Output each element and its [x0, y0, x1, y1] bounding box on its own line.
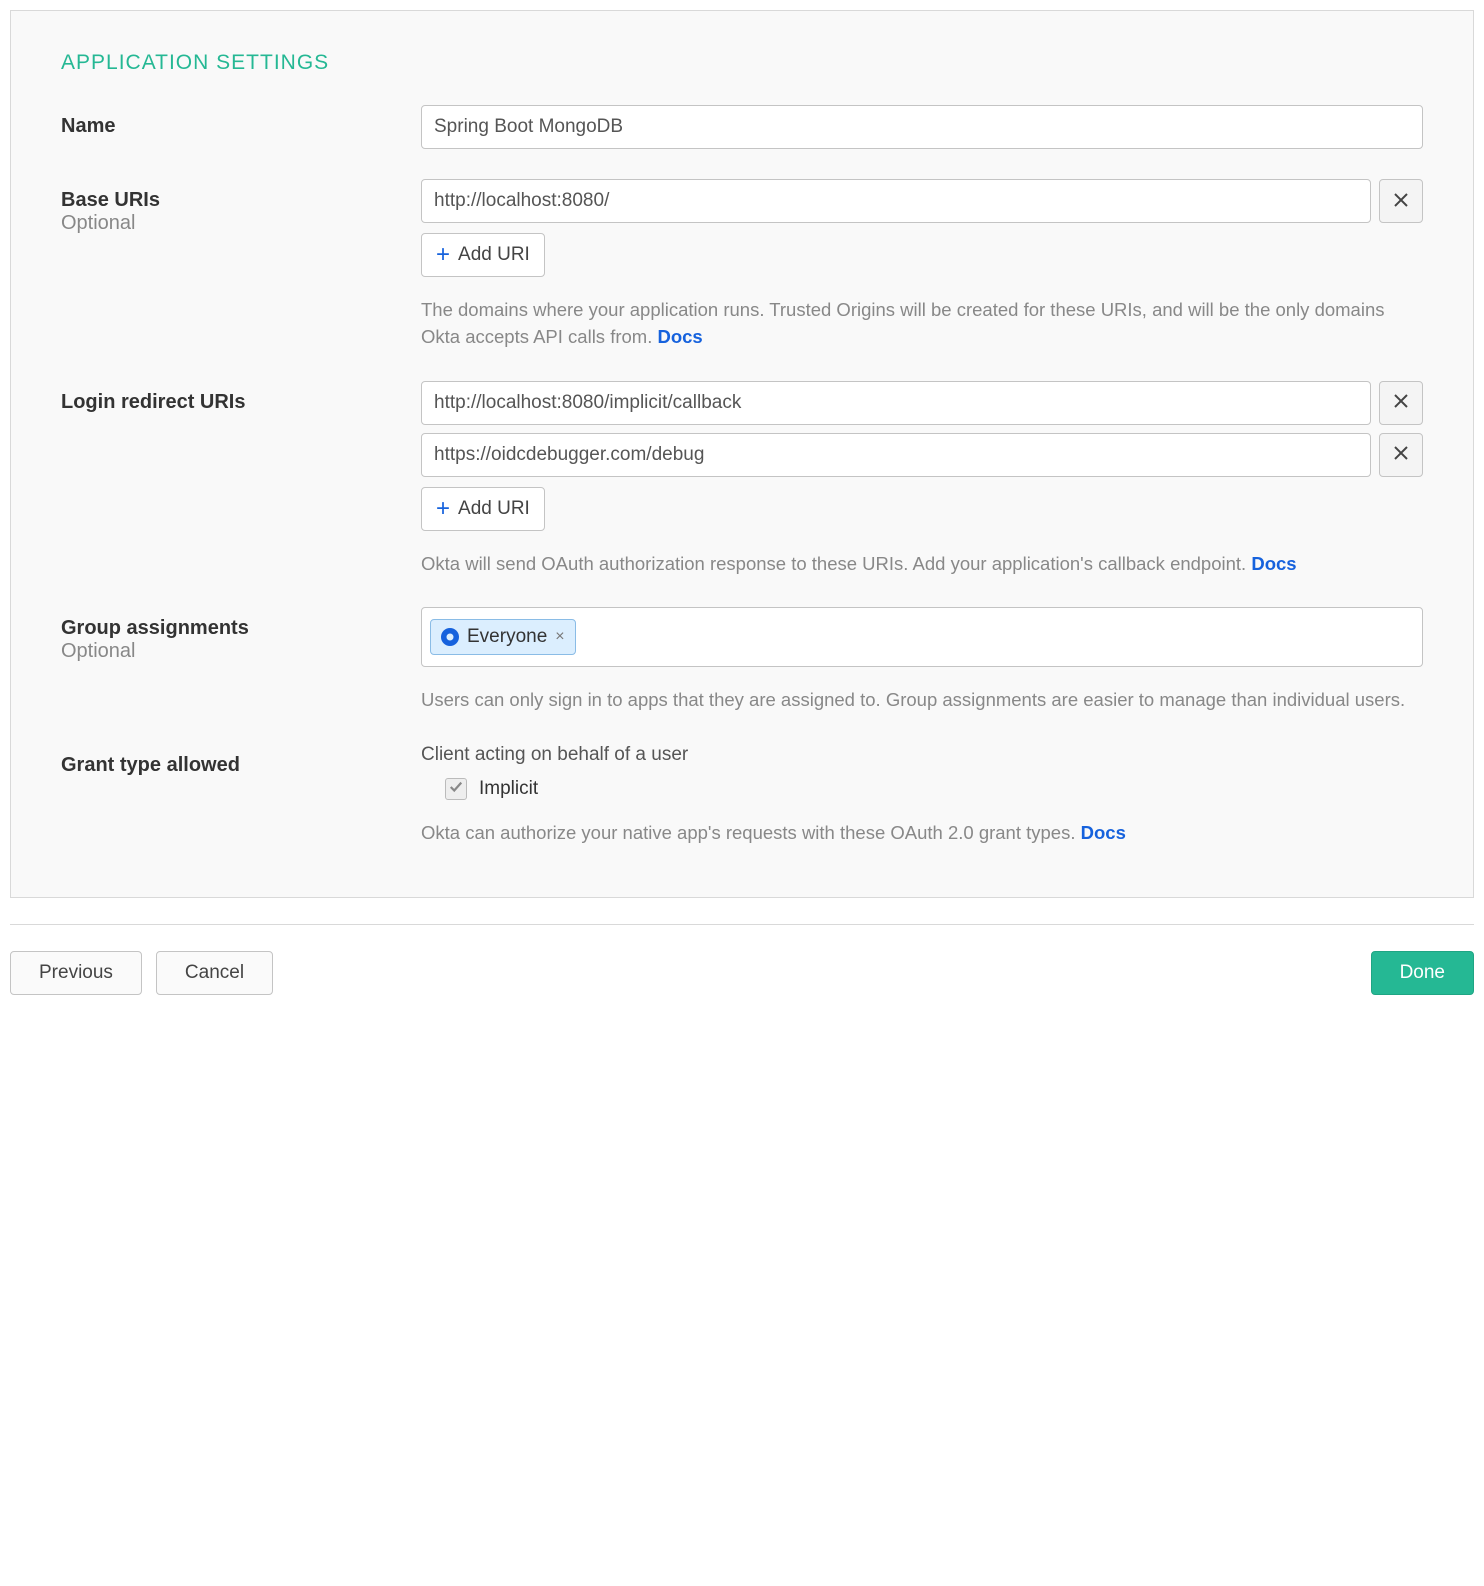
done-button[interactable]: Done [1371, 951, 1474, 995]
grant-type-help: Okta can authorize your native app's req… [421, 820, 1423, 847]
row-grant-type: Grant type allowed Client acting on beha… [61, 744, 1423, 847]
group-assignments-label: Group assignments [61, 617, 421, 640]
login-redirect-help: Okta will send OAuth authorization respo… [421, 551, 1423, 578]
row-group-assignments: Group assignments Optional Everyone × Us… [61, 607, 1423, 714]
implicit-checkbox[interactable] [445, 778, 467, 800]
add-base-uri-button[interactable]: + Add URI [421, 233, 545, 277]
row-base-uris: Base URIs Optional + Add URI The domains… [61, 179, 1423, 351]
close-icon [1393, 445, 1409, 464]
divider [10, 924, 1474, 925]
label-col: Group assignments Optional [61, 607, 421, 663]
help-text: Okta can authorize your native app's req… [421, 822, 1081, 843]
previous-button[interactable]: Previous [10, 951, 142, 995]
footer: Previous Cancel Done [10, 951, 1474, 995]
docs-link[interactable]: Docs [1081, 822, 1126, 843]
row-name: Name [61, 105, 1423, 149]
docs-link[interactable]: Docs [1251, 553, 1296, 574]
remove-uri-button[interactable] [1379, 381, 1423, 425]
remove-tag-button[interactable]: × [555, 629, 564, 645]
uri-row [421, 433, 1423, 477]
check-icon [449, 778, 463, 800]
input-col: Client acting on behalf of a user Implic… [421, 744, 1423, 847]
base-uris-optional: Optional [61, 212, 421, 235]
input-col: + Add URI The domains where your applica… [421, 179, 1423, 351]
plus-icon: + [436, 243, 450, 267]
input-col [421, 105, 1423, 149]
grant-type-label: Grant type allowed [61, 754, 421, 777]
uri-row [421, 381, 1423, 425]
name-label: Name [61, 115, 421, 138]
plus-icon: + [436, 497, 450, 521]
login-redirect-input[interactable] [421, 433, 1371, 477]
base-uris-label: Base URIs [61, 189, 421, 212]
checkbox-row: Implicit [445, 778, 1423, 800]
label-col: Base URIs Optional [61, 179, 421, 235]
close-icon [1393, 192, 1409, 211]
name-input[interactable] [421, 105, 1423, 149]
add-uri-label: Add URI [458, 244, 530, 266]
docs-link[interactable]: Docs [657, 326, 702, 347]
panel-title: APPLICATION SETTINGS [61, 51, 1423, 75]
base-uris-help: The domains where your application runs.… [421, 297, 1423, 351]
grant-type-subheading: Client acting on behalf of a user [421, 744, 1423, 766]
implicit-label: Implicit [479, 778, 538, 800]
add-login-redirect-button[interactable]: + Add URI [421, 487, 545, 531]
label-col: Login redirect URIs [61, 381, 421, 414]
label-col: Grant type allowed [61, 744, 421, 777]
login-redirect-label: Login redirect URIs [61, 391, 421, 414]
group-icon [441, 628, 459, 646]
group-assignments-input[interactable]: Everyone × [421, 607, 1423, 667]
remove-uri-button[interactable] [1379, 179, 1423, 223]
input-col: Everyone × Users can only sign in to app… [421, 607, 1423, 714]
application-settings-panel: APPLICATION SETTINGS Name Base URIs Opti… [10, 10, 1474, 898]
base-uri-input[interactable] [421, 179, 1371, 223]
help-text: Okta will send OAuth authorization respo… [421, 553, 1251, 574]
group-assignments-help: Users can only sign in to apps that they… [421, 687, 1423, 714]
remove-uri-button[interactable] [1379, 433, 1423, 477]
add-uri-label: Add URI [458, 498, 530, 520]
close-icon [1393, 393, 1409, 412]
login-redirect-input[interactable] [421, 381, 1371, 425]
cancel-button[interactable]: Cancel [156, 951, 273, 995]
uri-row [421, 179, 1423, 223]
group-tag-label: Everyone [467, 626, 547, 648]
input-col: + Add URI Okta will send OAuth authoriza… [421, 381, 1423, 578]
help-text: The domains where your application runs.… [421, 299, 1385, 347]
label-col: Name [61, 105, 421, 138]
row-login-redirect: Login redirect URIs + [61, 381, 1423, 578]
group-tag: Everyone × [430, 619, 576, 655]
group-assignments-optional: Optional [61, 640, 421, 663]
